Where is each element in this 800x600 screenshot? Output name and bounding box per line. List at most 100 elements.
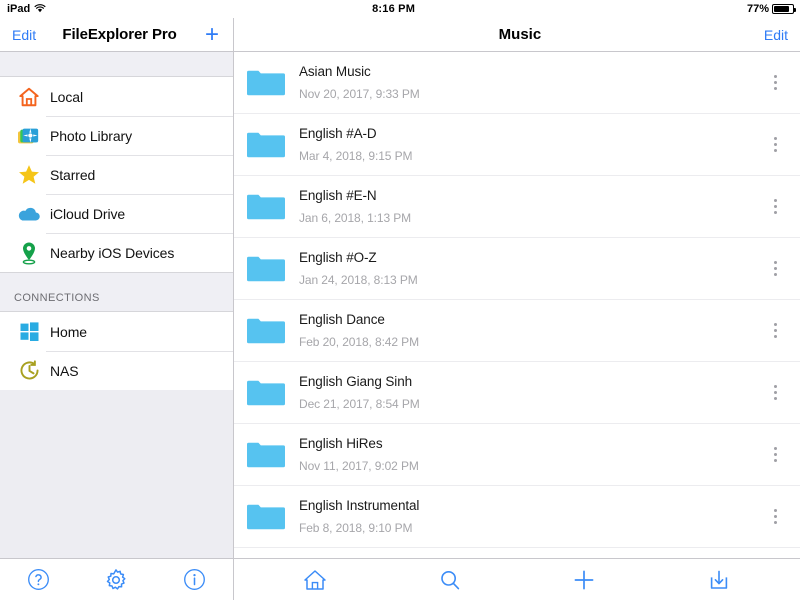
home-house-icon bbox=[12, 86, 46, 108]
status-bar-left: iPad bbox=[7, 3, 46, 16]
search-icon[interactable] bbox=[430, 560, 470, 600]
home-house-icon[interactable] bbox=[295, 560, 335, 600]
battery-icon bbox=[772, 4, 796, 14]
folder-icon bbox=[245, 316, 293, 346]
more-vertical-icon[interactable] bbox=[762, 199, 788, 214]
folder-icon bbox=[245, 130, 293, 160]
bottom-toolbars bbox=[0, 558, 800, 600]
file-name: English #A-D bbox=[299, 126, 377, 141]
file-name: Asian Music bbox=[299, 64, 371, 79]
table-row[interactable]: English #E-N Jan 6, 2018, 1:13 PM bbox=[234, 176, 800, 238]
table-row[interactable]: English Instrumental Feb 8, 2018, 9:10 P… bbox=[234, 486, 800, 548]
sidebar-scroll[interactable]: Local Photo Library Starred iCloud Drive… bbox=[0, 52, 233, 558]
more-vertical-icon[interactable] bbox=[762, 75, 788, 90]
status-bar: iPad 8:16 PM 77% bbox=[0, 0, 800, 18]
file-row-text: English #A-D Mar 4, 2018, 9:15 PM bbox=[293, 126, 762, 163]
file-date: Feb 8, 2018, 9:10 PM bbox=[299, 521, 413, 535]
file-date: Mar 4, 2018, 9:15 PM bbox=[299, 149, 413, 163]
file-name: English Dance bbox=[299, 312, 385, 327]
more-vertical-icon[interactable] bbox=[762, 509, 788, 524]
file-name: English #O-Z bbox=[299, 250, 377, 265]
sidebar-item-photo-library[interactable]: Photo Library bbox=[0, 116, 233, 155]
plus-icon[interactable]: + bbox=[203, 22, 221, 47]
plus-icon[interactable] bbox=[564, 560, 604, 600]
file-row-text: English Dance Feb 20, 2018, 8:42 PM bbox=[293, 312, 762, 349]
file-date: Nov 11, 2017, 9:02 PM bbox=[299, 459, 419, 473]
clock-history-icon bbox=[12, 359, 46, 382]
file-date: Jan 6, 2018, 1:13 PM bbox=[299, 211, 412, 225]
more-vertical-icon[interactable] bbox=[762, 137, 788, 152]
file-row-text: English Instrumental Feb 8, 2018, 9:10 P… bbox=[293, 498, 762, 535]
table-row[interactable]: English Dance Feb 20, 2018, 8:42 PM bbox=[234, 300, 800, 362]
table-row[interactable]: English #A-D Mar 4, 2018, 9:15 PM bbox=[234, 114, 800, 176]
sidebar-item-label: NAS bbox=[50, 362, 79, 379]
sidebar-toolbar bbox=[0, 558, 234, 600]
info-circle-icon[interactable] bbox=[174, 560, 214, 600]
folder-icon bbox=[245, 378, 293, 408]
page-title: Music bbox=[498, 26, 542, 43]
sidebar-item-icloud-drive[interactable]: iCloud Drive bbox=[0, 194, 233, 233]
app-title: FileExplorer Pro bbox=[62, 26, 177, 43]
content-edit-button[interactable]: Edit bbox=[764, 27, 788, 43]
file-row-text: Asian Music Nov 20, 2017, 9:33 PM bbox=[293, 64, 762, 101]
file-date: Feb 20, 2018, 8:42 PM bbox=[299, 335, 419, 349]
gear-icon[interactable] bbox=[96, 560, 136, 600]
file-name: English Giang Sinh bbox=[299, 374, 413, 389]
map-pin-icon bbox=[12, 241, 46, 265]
table-row[interactable]: English Giang Sinh Dec 21, 2017, 8:54 PM bbox=[234, 362, 800, 424]
sidebar-item-label: Local bbox=[50, 88, 83, 105]
file-name: English HiRes bbox=[299, 436, 383, 451]
file-date: Jan 24, 2018, 8:13 PM bbox=[299, 273, 418, 287]
sidebar-item-starred[interactable]: Starred bbox=[0, 155, 233, 194]
folder-icon bbox=[245, 254, 293, 284]
file-name: English #E-N bbox=[299, 188, 377, 203]
file-date: Dec 21, 2017, 8:54 PM bbox=[299, 397, 420, 411]
app-window: iPad 8:16 PM 77% Edit FileExplorer Pro + bbox=[0, 0, 800, 600]
sidebar-connections-group: Home NAS bbox=[0, 312, 233, 390]
file-row-text: English HiRes Nov 11, 2017, 9:02 PM bbox=[293, 436, 762, 473]
folder-icon bbox=[245, 68, 293, 98]
sidebar-item-label: Home bbox=[50, 323, 87, 340]
sidebar-places-group: Local Photo Library Starred iCloud Drive… bbox=[0, 77, 233, 272]
split-view: Edit FileExplorer Pro + Local Photo Libr… bbox=[0, 18, 800, 558]
more-vertical-icon[interactable] bbox=[762, 447, 788, 462]
sidebar-top-strip bbox=[0, 52, 233, 77]
cloud-icon bbox=[12, 205, 46, 223]
sidebar-item-label: Starred bbox=[50, 166, 96, 183]
sidebar-item-nearby-ios-devices[interactable]: Nearby iOS Devices bbox=[0, 233, 233, 272]
file-list[interactable]: Asian Music Nov 20, 2017, 9:33 PM Englis… bbox=[234, 52, 800, 558]
table-row[interactable]: English HiRes Nov 11, 2017, 9:02 PM bbox=[234, 424, 800, 486]
file-row-text: English Giang Sinh Dec 21, 2017, 8:54 PM bbox=[293, 374, 762, 411]
file-name: English Instrumental bbox=[299, 498, 420, 513]
more-vertical-icon[interactable] bbox=[762, 385, 788, 400]
sidebar-item-nas[interactable]: NAS bbox=[0, 351, 233, 390]
question-circle-icon[interactable] bbox=[19, 560, 59, 600]
wifi-icon bbox=[34, 3, 46, 16]
sidebar-item-label: Photo Library bbox=[50, 127, 132, 144]
battery-percent: 77% bbox=[746, 3, 769, 15]
photo-library-icon bbox=[12, 125, 46, 147]
sidebar-pane: Edit FileExplorer Pro + Local Photo Libr… bbox=[0, 18, 234, 558]
folder-icon bbox=[245, 502, 293, 532]
table-row[interactable]: Asian Music Nov 20, 2017, 9:33 PM bbox=[234, 52, 800, 114]
status-bar-right: 77% bbox=[746, 3, 796, 15]
star-icon bbox=[12, 163, 46, 186]
download-box-icon[interactable] bbox=[699, 560, 739, 600]
content-pane: Music Edit Asian Music Nov 20, 2017, 9:3… bbox=[234, 18, 800, 558]
folder-icon bbox=[245, 192, 293, 222]
sidebar-item-label: iCloud Drive bbox=[50, 205, 126, 222]
sidebar-item-home[interactable]: Home bbox=[0, 312, 233, 351]
windows-logo-icon bbox=[12, 321, 46, 342]
sidebar-item-local[interactable]: Local bbox=[0, 77, 233, 116]
sidebar-item-label: Nearby iOS Devices bbox=[50, 244, 175, 261]
more-vertical-icon[interactable] bbox=[762, 261, 788, 276]
status-bar-time: 8:16 PM bbox=[372, 3, 416, 15]
device-label: iPad bbox=[7, 3, 31, 15]
file-row-text: English #E-N Jan 6, 2018, 1:13 PM bbox=[293, 188, 762, 225]
file-date: Nov 20, 2017, 9:33 PM bbox=[299, 87, 420, 101]
more-vertical-icon[interactable] bbox=[762, 323, 788, 338]
file-row-text: English #O-Z Jan 24, 2018, 8:13 PM bbox=[293, 250, 762, 287]
sidebar-navbar: Edit FileExplorer Pro + bbox=[0, 18, 233, 52]
table-row[interactable]: English #O-Z Jan 24, 2018, 8:13 PM bbox=[234, 238, 800, 300]
sidebar-edit-button[interactable]: Edit bbox=[12, 27, 36, 43]
